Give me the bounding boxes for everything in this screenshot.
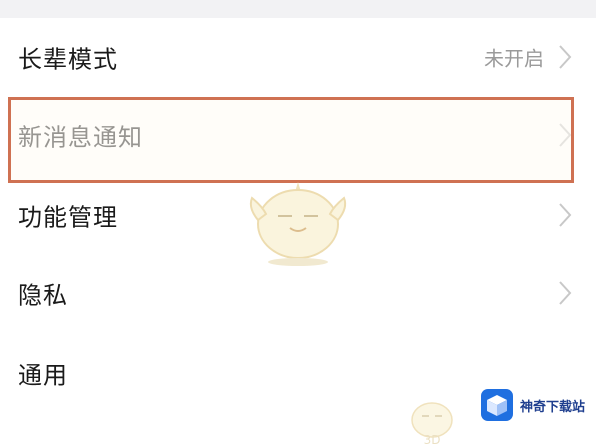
- setting-row-elder-mode[interactable]: 长辈模式 未开启: [0, 18, 596, 96]
- settings-screen: 长辈模式 未开启 新消息通知 功能管理 隐私 通用 3D 神奇下载站: [0, 0, 596, 446]
- top-gap: [0, 0, 596, 18]
- chevron-right-icon: [559, 281, 572, 305]
- setting-label: 隐私: [18, 281, 68, 310]
- setting-row-privacy[interactable]: 隐私: [0, 254, 596, 332]
- setting-row-feature-management[interactable]: 功能管理: [0, 176, 596, 254]
- setting-label: 功能管理: [18, 203, 118, 232]
- site-watermark-text: 神奇下载站: [520, 399, 586, 415]
- setting-label: 长辈模式: [18, 45, 118, 74]
- setting-status-value: 未开启: [484, 46, 544, 71]
- setting-row-new-message-notification[interactable]: 新消息通知: [0, 96, 596, 174]
- chevron-right-icon: [559, 123, 572, 147]
- chevron-right-icon: [559, 45, 572, 69]
- chevron-right-icon: [559, 203, 572, 227]
- setting-label: 通用: [18, 361, 68, 390]
- settings-list: 长辈模式 未开启 新消息通知 功能管理 隐私 通用: [0, 18, 596, 446]
- setting-label: 新消息通知: [18, 123, 143, 152]
- cube-logo-icon: [481, 389, 513, 421]
- site-watermark-logo: 神奇下载站: [474, 383, 592, 427]
